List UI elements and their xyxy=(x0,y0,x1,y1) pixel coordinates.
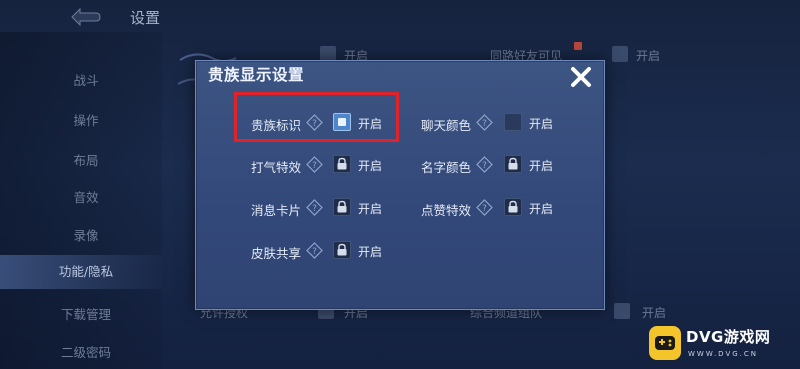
option-name-color-locked[interactable] xyxy=(504,155,522,173)
watermark-brand: DVG游戏网 xyxy=(686,328,771,346)
svg-text:?: ? xyxy=(482,204,487,214)
svg-text:?: ? xyxy=(312,119,317,129)
help-icon[interactable]: ? xyxy=(476,199,493,216)
svg-text:?: ? xyxy=(312,161,317,171)
option-skin-share-locked[interactable] xyxy=(333,241,351,259)
option-name-color-label: 名字颜色 xyxy=(421,160,472,175)
option-message-card-locked[interactable] xyxy=(333,198,351,216)
help-icon[interactable]: ? xyxy=(476,156,493,173)
option-state: 开启 xyxy=(529,202,554,216)
back-icon[interactable] xyxy=(68,6,102,28)
help-icon[interactable]: ? xyxy=(476,114,493,131)
svg-text:?: ? xyxy=(482,161,487,171)
svg-text:?: ? xyxy=(312,247,317,257)
close-icon[interactable] xyxy=(568,64,594,90)
option-state: 开启 xyxy=(358,159,383,173)
sidebar-item-sound[interactable]: 音效 xyxy=(0,187,162,206)
watermark-logo xyxy=(649,326,681,360)
sidebar-item-layout[interactable]: 布局 xyxy=(0,150,162,169)
option-like-effect-locked[interactable] xyxy=(504,198,522,216)
help-icon[interactable]: ? xyxy=(306,199,323,216)
option-state: 开启 xyxy=(358,245,383,259)
sidebar-item-downloads[interactable]: 下载管理 xyxy=(0,304,162,323)
watermark-url: WWW.DVG.CN xyxy=(688,350,759,358)
sidebar-item-password[interactable]: 二级密码 xyxy=(0,342,162,361)
help-icon[interactable]: ? xyxy=(306,242,323,259)
option-state: 开启 xyxy=(529,159,554,173)
dialog-title: 贵族显示设置 xyxy=(208,66,305,84)
bg-checkbox[interactable] xyxy=(614,303,630,319)
option-skin-share-label: 皮肤共享 xyxy=(251,246,302,261)
help-icon[interactable]: ? xyxy=(306,114,323,131)
help-icon[interactable]: ? xyxy=(306,156,323,173)
settings-title: 设置 xyxy=(130,9,161,27)
option-cheer-effect-label: 打气特效 xyxy=(251,160,302,175)
lock-icon xyxy=(508,157,518,170)
svg-text:?: ? xyxy=(312,204,317,214)
bg-notification-dot xyxy=(574,42,582,50)
sidebar-item-privacy[interactable]: 功能/隐私 xyxy=(0,255,162,289)
bg-option-state: 开启 xyxy=(636,49,661,63)
option-chat-color-label: 聊天颜色 xyxy=(421,118,472,133)
option-state: 开启 xyxy=(358,117,383,131)
bg-option-state: 开启 xyxy=(642,306,667,320)
option-noble-badge-checkbox[interactable] xyxy=(333,113,351,131)
option-chat-color-checkbox[interactable] xyxy=(504,113,522,131)
settings-sidebar: 战斗 操作 布局 音效 录像 功能/隐私 下载管理 二级密码 xyxy=(0,32,162,369)
option-noble-badge-label: 贵族标识 xyxy=(251,118,302,133)
svg-text:?: ? xyxy=(482,119,487,129)
sidebar-item-replay[interactable]: 录像 xyxy=(0,225,162,244)
lock-icon xyxy=(337,157,347,170)
bg-checkbox[interactable] xyxy=(612,46,628,62)
option-cheer-effect-locked[interactable] xyxy=(333,155,351,173)
option-message-card-label: 消息卡片 xyxy=(251,203,302,218)
lock-icon xyxy=(508,200,518,213)
lock-icon xyxy=(337,200,347,213)
noble-display-dialog: 贵族显示设置 贵族标识 ? 开启 聊天颜色 ? 开启 打气特效 ? 开启 名字颜… xyxy=(195,60,605,310)
gamepad-icon xyxy=(655,336,675,350)
option-like-effect-label: 点赞特效 xyxy=(421,203,472,218)
sidebar-item-controls[interactable]: 操作 xyxy=(0,110,162,129)
lock-icon xyxy=(337,243,347,256)
sidebar-item-battle[interactable]: 战斗 xyxy=(0,70,162,89)
option-state: 开启 xyxy=(358,202,383,216)
option-state: 开启 xyxy=(529,117,554,131)
